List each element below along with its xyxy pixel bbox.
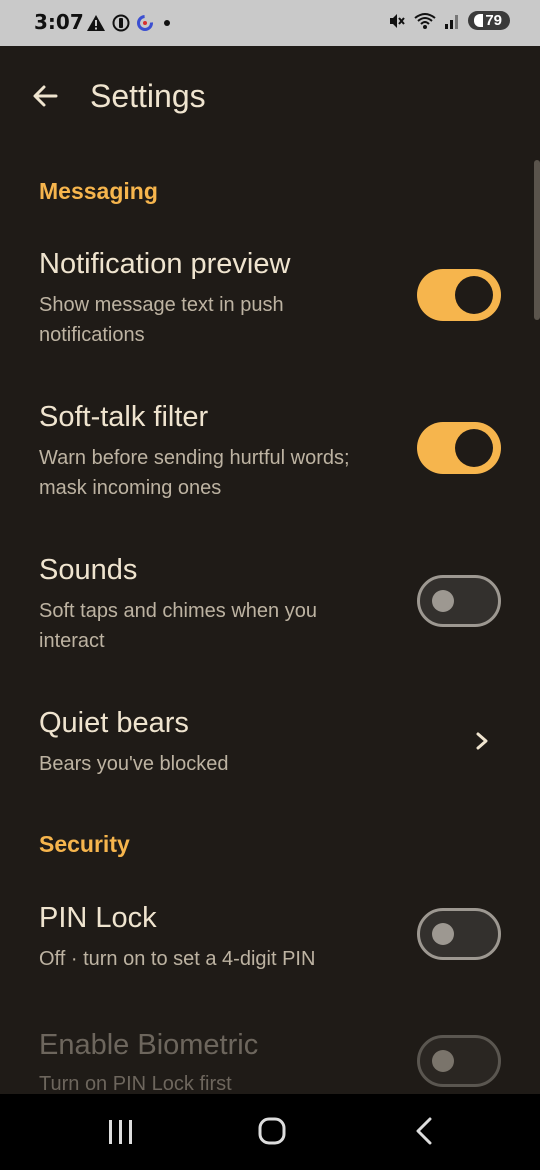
warning-icon — [87, 15, 105, 31]
status-notification-icons — [86, 14, 174, 32]
page-title: Settings — [90, 78, 206, 114]
back-button[interactable] — [26, 76, 66, 116]
setting-subtitle: Off · turn on to set a 4-digit PIN — [39, 948, 316, 970]
arrow-back-icon — [33, 85, 58, 107]
dot-icon — [164, 20, 170, 26]
status-system-icons: 79 — [388, 11, 510, 30]
notification-preview-toggle[interactable] — [417, 269, 501, 321]
sync-icon — [137, 15, 153, 31]
setting-title: Soft-talk filter — [39, 401, 209, 433]
setting-quiet-bears[interactable]: Quiet bears Bears you've blocked — [0, 707, 540, 777]
toggle-knob — [432, 590, 454, 612]
toggle-knob — [432, 1050, 454, 1072]
sounds-toggle[interactable] — [417, 575, 501, 627]
soft-talk-filter-toggle[interactable] — [417, 422, 501, 474]
battery-icon — [474, 14, 484, 27]
setting-subtitle: Soft taps and chimes when you interact — [39, 600, 317, 652]
recent-apps-button[interactable] — [100, 1114, 140, 1150]
setting-title: Enable Biometric — [39, 1029, 259, 1061]
recent-apps-icon — [109, 1120, 132, 1144]
chevron-right-icon — [476, 732, 488, 750]
signal-icon — [445, 14, 459, 29]
mute-icon — [390, 13, 406, 28]
toggle-knob — [432, 923, 454, 945]
wifi-icon — [414, 12, 436, 29]
setting-title: Notification preview — [39, 248, 291, 280]
alarm-icon — [112, 14, 130, 32]
setting-title: Quiet bears — [39, 707, 189, 739]
system-back-button[interactable] — [404, 1114, 444, 1150]
pin-lock-toggle[interactable] — [417, 908, 501, 960]
back-icon — [416, 1117, 432, 1145]
home-button[interactable] — [252, 1114, 292, 1150]
battery-level: 79 — [485, 12, 502, 29]
setting-subtitle: Warn before sending hurtful words; mask … — [39, 447, 350, 499]
setting-title: Sounds — [39, 554, 138, 586]
system-navigation-bar — [0, 1094, 540, 1170]
setting-title: PIN Lock — [39, 902, 157, 934]
biometric-toggle — [417, 1035, 501, 1087]
scrollbar-thumb[interactable] — [534, 160, 540, 320]
home-icon — [258, 1117, 286, 1145]
setting-subtitle: Show message text in push notifications — [39, 294, 284, 346]
setting-subtitle: Bears you've blocked — [39, 753, 229, 775]
status-bar: 3:07 79 — [0, 0, 540, 46]
section-header-messaging: Messaging — [39, 178, 158, 204]
status-time: 3:07 — [34, 10, 84, 34]
toggle-knob — [455, 276, 493, 314]
toggle-knob — [455, 429, 493, 467]
battery-indicator: 79 — [468, 11, 510, 30]
section-header-security: Security — [39, 831, 130, 857]
app-header: Settings — [0, 46, 540, 146]
